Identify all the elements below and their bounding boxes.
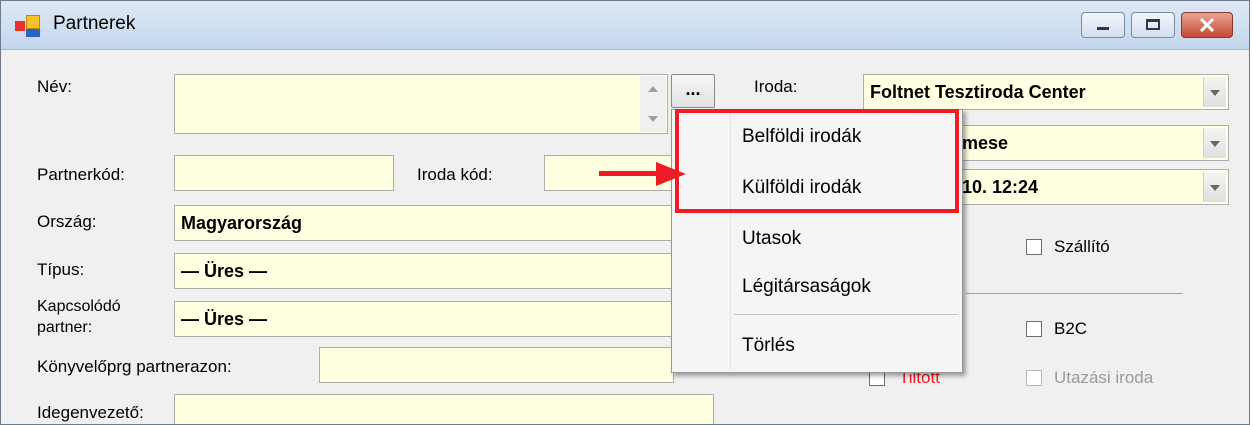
kapcsolodo-label-line1: Kapcsolódó bbox=[37, 298, 121, 315]
combobox-3-value: 10. 12:24 bbox=[962, 177, 1039, 197]
scroll-up-icon[interactable] bbox=[648, 86, 658, 92]
szallito-label: Szállító bbox=[1054, 237, 1110, 256]
partnerek-window: Partnerek Név: ... Partnerkód: Iroda kód… bbox=[0, 0, 1250, 425]
maximize-icon bbox=[1146, 19, 1160, 30]
menu-item-utasok[interactable]: Utasok bbox=[742, 228, 801, 250]
orszag-value: Magyarország bbox=[181, 213, 303, 233]
chevron-down-icon[interactable] bbox=[1203, 128, 1226, 158]
close-icon bbox=[1199, 18, 1215, 32]
title-bar[interactable]: Partnerek bbox=[1, 1, 1249, 50]
maximize-button[interactable] bbox=[1131, 12, 1175, 38]
nev-input[interactable] bbox=[174, 74, 668, 134]
ellipsis-button[interactable]: ... bbox=[671, 74, 715, 108]
partnerkod-input[interactable] bbox=[174, 155, 394, 191]
b2c-label: B2C bbox=[1054, 319, 1088, 338]
tipus-value: — Üres — bbox=[181, 261, 268, 281]
menu-item-torles[interactable]: Törlés bbox=[742, 335, 795, 357]
tipus-input[interactable]: — Üres — bbox=[174, 253, 674, 289]
utazasi-iroda-checkbox[interactable] bbox=[1026, 370, 1042, 386]
iroda-label: Iroda: bbox=[754, 77, 798, 96]
orszag-label: Ország: bbox=[37, 212, 97, 231]
app-icon bbox=[15, 15, 41, 37]
menu-item-legitarsasagok[interactable]: Légitársaságok bbox=[742, 276, 871, 298]
idegenvezeto-input[interactable] bbox=[174, 394, 714, 424]
partnerkod-label: Partnerkód: bbox=[37, 165, 125, 184]
minimize-button[interactable] bbox=[1081, 12, 1125, 38]
iroda-value: Foltnet Tesztiroda Center bbox=[870, 82, 1086, 102]
divider bbox=[966, 293, 1182, 294]
iroda-kod-label: Iroda kód: bbox=[417, 165, 493, 184]
tipus-label: Típus: bbox=[37, 260, 85, 279]
chevron-down-icon[interactable] bbox=[1203, 77, 1226, 107]
menu-separator bbox=[734, 314, 958, 315]
szallito-checkbox[interactable] bbox=[1026, 239, 1042, 255]
minimize-icon bbox=[1097, 27, 1109, 30]
kapcsolodo-value: — Üres — bbox=[181, 309, 268, 329]
b2c-checkbox[interactable] bbox=[1026, 321, 1042, 337]
chevron-down-icon[interactable] bbox=[1203, 172, 1226, 202]
window-title: Partnerek bbox=[53, 13, 136, 34]
close-button[interactable] bbox=[1181, 12, 1233, 38]
combobox-2-value: mese bbox=[962, 133, 1009, 153]
kapcsolodo-label-line2: partner: bbox=[37, 319, 93, 336]
konyvelo-label: Könyvelőprg partnerazon: bbox=[37, 357, 232, 376]
annotation-highlight-box bbox=[675, 109, 959, 213]
annotation-arrow-shaft bbox=[599, 171, 659, 176]
annotation-arrow-icon bbox=[656, 162, 686, 186]
orszag-input[interactable]: Magyarország bbox=[174, 205, 674, 241]
iroda-combobox[interactable]: Foltnet Tesztiroda Center bbox=[863, 74, 1229, 110]
scroll-down-icon[interactable] bbox=[648, 116, 658, 122]
idegenvezeto-label: Idegenvezető: bbox=[37, 403, 144, 422]
nev-label: Név: bbox=[37, 77, 72, 96]
konyvelo-input[interactable] bbox=[319, 347, 674, 383]
nev-scrollbar[interactable] bbox=[640, 76, 666, 132]
utazasi-iroda-label: Utazási iroda bbox=[1054, 368, 1154, 387]
kapcsolodo-input[interactable]: — Üres — bbox=[174, 301, 674, 337]
